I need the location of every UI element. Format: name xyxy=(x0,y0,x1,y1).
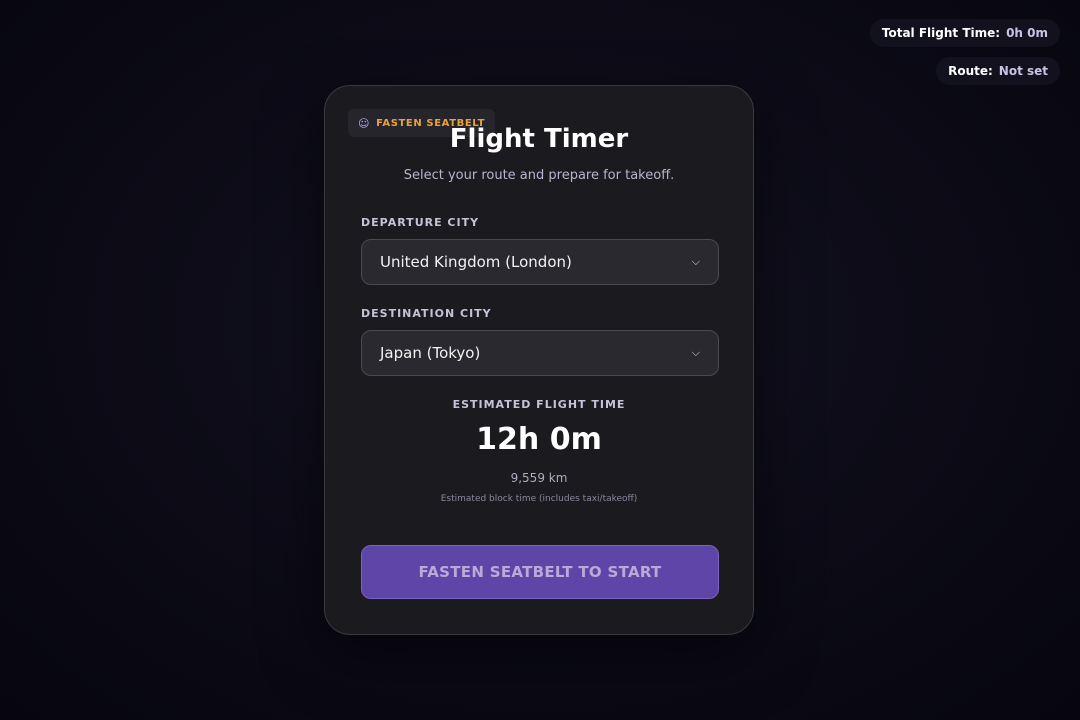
destination-city-label: DESTINATION CITY xyxy=(361,307,492,320)
page-title: Flight Timer xyxy=(449,124,629,154)
route-distance: 9,559 km xyxy=(510,471,568,485)
total-flight-time-pill: Total Flight Time: 0h 0m xyxy=(869,19,1060,47)
destination-city-value: Japan (Tokyo) xyxy=(380,344,481,362)
chevron-down-icon: ⌵ xyxy=(691,255,700,268)
route-value: Not set xyxy=(998,64,1048,78)
departure-city-select[interactable]: United Kingdom (London) ⌵ xyxy=(361,239,719,285)
page-subtitle: Select your route and prepare for takeof… xyxy=(403,168,675,183)
estimate-note: Estimated block time (includes taxi/take… xyxy=(440,494,638,504)
route-pill: Route: Not set xyxy=(936,57,1060,85)
total-flight-time-label: Total Flight Time: xyxy=(881,26,1001,40)
estimated-flight-time-value: 12h 0m xyxy=(476,422,602,457)
destination-city-select[interactable]: Japan (Tokyo) ⌵ xyxy=(361,330,719,376)
total-flight-time-value: 0h 0m xyxy=(1006,26,1048,40)
departure-city-label: DEPARTURE CITY xyxy=(361,216,480,229)
fasten-seatbelt-start-button[interactable]: FASTEN SEATBELT TO START xyxy=(361,545,719,599)
chevron-down-icon: ⌵ xyxy=(691,346,700,359)
estimated-flight-time-label: ESTIMATED FLIGHT TIME xyxy=(452,398,626,411)
departure-city-value: United Kingdom (London) xyxy=(380,253,572,271)
route-label: Route: xyxy=(948,64,993,78)
flight-timer-card: ☺ FASTEN SEATBELT Flight Timer Select yo… xyxy=(324,85,754,635)
